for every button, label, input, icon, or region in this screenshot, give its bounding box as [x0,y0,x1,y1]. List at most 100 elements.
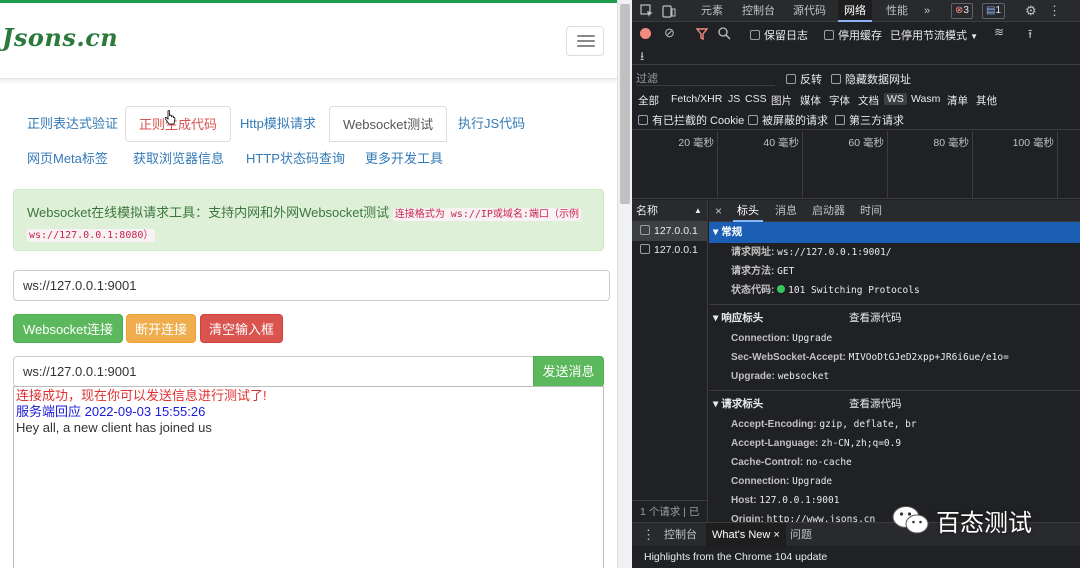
detail-tab-initiator[interactable]: 启动器 [812,200,845,222]
view-source-link[interactable]: 查看源代码 [849,394,902,415]
tab-browser-info[interactable]: 获取浏览器信息 [120,144,237,174]
scrollbar-thumb[interactable] [620,4,630,204]
header-value: GET [777,266,795,277]
general-section-header[interactable]: ▾ 常规 [709,222,1080,243]
filter-type-media[interactable]: 媒体 [800,93,821,108]
filter-type-font[interactable]: 字体 [829,93,850,108]
header-value: MIVOoDtGJeD2xpp+JR6i6ue/e1o= [848,352,1009,363]
third-party-checkbox[interactable]: 第三方请求 [835,112,904,128]
header-key: Connection: [731,476,790,487]
network-conditions-icon[interactable]: ≋ [994,25,1004,39]
tab-websocket-test[interactable]: Websocket测试 [329,106,448,142]
close-detail-icon[interactable]: × [715,200,722,222]
clear-icon[interactable]: ⊘ [664,25,675,41]
import-har-icon[interactable]: ⭱ [1028,25,1032,46]
devtools-tab-bar: 元素 控制台 源代码 网络 性能 » ⊗3 ▤1 ⚙ ⋮ [632,0,1080,22]
clear-input-button[interactable]: 清空输入框 [200,314,283,343]
disconnect-button[interactable]: 断开连接 [126,314,196,343]
tab-http-request[interactable]: Http模拟请求 [227,106,329,142]
tab-regex-test[interactable]: 正则表达式验证 [14,106,131,142]
messages-badge[interactable]: ▤1 [982,3,1006,19]
errors-badge[interactable]: ⊗3 [951,3,973,19]
name-column-label: 名称 [636,205,658,217]
close-tab-icon[interactable]: × [773,529,779,541]
invert-checkbox[interactable]: 反转 [786,71,822,87]
filter-type-fetch-xhr[interactable]: Fetch/XHR [671,93,722,105]
search-icon[interactable] [718,27,731,40]
detail-tab-messages[interactable]: 消息 [775,200,797,222]
request-name: 127.0.0.1 [654,225,698,237]
timeline-tick: 100 毫秒 [1012,137,1054,149]
drawer-menu-icon[interactable]: ⋮ [642,523,655,547]
name-column-header[interactable]: 名称 ▲ [632,200,707,222]
inspect-element-icon[interactable] [640,4,654,18]
disable-cache-checkbox[interactable]: 停用缓存 [824,27,882,43]
network-filter-bar: 过滤 反转 隐藏数据网址 全部 Fetch/XHR JS CSS 图片 媒体 字… [632,66,1080,130]
record-icon[interactable] [640,28,651,39]
detail-tab-headers[interactable]: 标头 [733,200,763,222]
tab-meta-tags[interactable]: 网页Meta标签 [14,144,121,174]
tab-run-js[interactable]: 执行JS代码 [445,106,538,142]
filter-type-img[interactable]: 图片 [771,93,792,108]
request-method-row: 请求方法: GET [709,262,1080,281]
filter-type-doc[interactable]: 文档 [858,93,879,108]
request-header-row: Connection: Upgrade [709,472,1080,491]
devtools-tab-elements[interactable]: 元素 [701,0,723,22]
drawer-tab-console[interactable]: 控制台 [664,523,697,547]
send-message-button[interactable]: 发送消息 [533,356,604,387]
filter-type-js[interactable]: JS [728,93,740,105]
request-headers-section-header[interactable]: ▾ 请求标头 查看源代码 [709,394,1080,415]
settings-gear-icon[interactable]: ⚙ [1025,0,1037,22]
filter-type-css[interactable]: CSS [745,93,767,105]
watermark: 百态测试 [892,500,1032,540]
page-scrollbar[interactable] [617,0,632,568]
filter-type-all[interactable]: 全部 [638,93,659,108]
tab-more-tools[interactable]: 更多开发工具 [352,144,456,174]
devtools-tab-console[interactable]: 控制台 [742,0,775,22]
devtools-tab-performance[interactable]: 性能 [886,0,908,22]
site-logo[interactable]: Jsons.cn [2,23,118,52]
device-toolbar-icon[interactable] [662,4,676,18]
request-row[interactable]: 127.0.0.1 [632,241,707,260]
message-input[interactable]: ws://127.0.0.1:9001 [13,356,534,387]
drawer-tab-whats-new[interactable]: What's New × [706,523,786,547]
export-har-icon[interactable]: ⭳ [640,47,644,68]
blocked-requests-checkbox[interactable]: 被屏蔽的请求 [748,112,828,128]
preserve-log-checkbox[interactable]: 保留日志 [750,27,808,43]
tab-regex-codegen[interactable]: 正则生成代码 [125,106,232,142]
filter-input[interactable]: 过滤 [636,70,775,86]
hamburger-menu-icon[interactable] [566,26,604,56]
connect-button[interactable]: Websocket连接 [13,314,123,343]
filter-type-wasm[interactable]: Wasm [911,93,940,105]
detail-tab-timing[interactable]: 时间 [860,200,882,222]
web-page: Jsons.cn 正则表达式验证 正则生成代码 Http模拟请求 Websock… [0,0,617,568]
request-header-row: Accept-Encoding: gzip, deflate, br [709,415,1080,434]
request-row[interactable]: 127.0.0.1 [632,222,707,241]
timeline-tick: 80 毫秒 [933,137,969,149]
more-tabs-icon[interactable]: » [924,0,930,22]
devtools-tab-network[interactable]: 网络 [838,0,872,22]
request-headers-title: 请求标头 [721,398,764,410]
header-value: 127.0.0.1:9001 [759,495,840,506]
response-headers-section-header[interactable]: ▾ 响应标头 查看源代码 [709,308,1080,329]
message-log[interactable]: 连接成功，现在你可以发送信息进行测试了! 服务端回应 2022-09-03 15… [13,386,604,568]
network-timeline-overview[interactable]: 20 毫秒 40 毫秒 60 毫秒 80 毫秒 100 毫秒 [632,131,1080,199]
throttling-select[interactable]: 已停用节流模式 ▼ [890,27,978,43]
hide-data-urls-checkbox[interactable]: 隐藏数据网址 [831,71,911,87]
drawer-tab-issues[interactable]: 问题 [790,523,812,547]
websocket-url-input[interactable]: ws://127.0.0.1:9001 [13,270,610,301]
header-key: Sec-WebSocket-Accept: [731,352,846,363]
filter-type-other[interactable]: 其他 [976,93,997,108]
more-options-icon[interactable]: ⋮ [1048,0,1061,22]
request-summary: 1 个请求 | 已 [632,500,708,522]
filter-icon[interactable] [696,28,708,40]
response-header-row: Connection: Upgrade [709,329,1080,348]
filter-type-ws[interactable]: WS [884,93,907,105]
filter-type-manifest[interactable]: 清单 [947,93,968,108]
blocked-cookies-checkbox[interactable]: 有已拦截的 Cookie [638,112,744,128]
view-source-link[interactable]: 查看源代码 [849,308,902,329]
timeline-tick: 40 毫秒 [763,137,799,149]
tab-http-status[interactable]: HTTP状态码查询 [233,144,358,174]
devtools-tab-sources[interactable]: 源代码 [793,0,826,22]
request-header-row: Cache-Control: no-cache [709,453,1080,472]
